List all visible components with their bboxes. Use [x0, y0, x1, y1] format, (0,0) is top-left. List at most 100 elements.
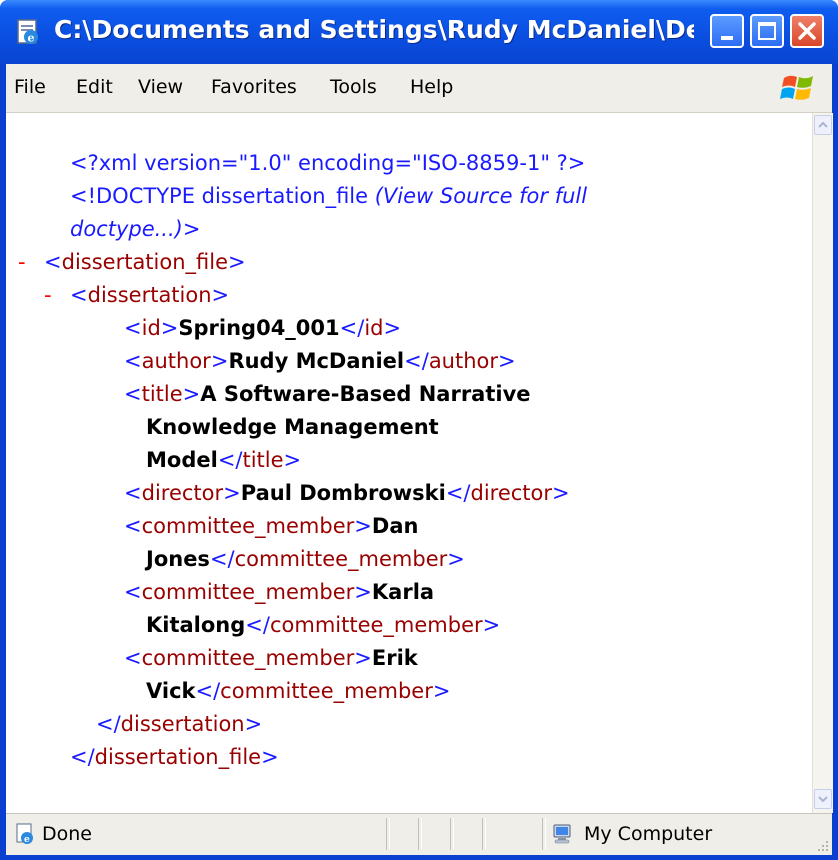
- windows-logo-icon: [780, 75, 813, 100]
- status-bar: e Done My Computer: [6, 813, 832, 855]
- title-value: A Software-Based Narrative: [200, 382, 531, 406]
- tag-bracket: >: [210, 349, 229, 373]
- collapse-root-toggle[interactable]: -: [18, 246, 26, 279]
- menu-bar: File Edit View Favorites Tools Help: [6, 64, 832, 113]
- tag-name: author: [428, 349, 499, 373]
- collapse-dissertation-toggle[interactable]: -: [44, 279, 52, 312]
- minimize-icon: [721, 36, 733, 40]
- title-element: <title>A Software-Based Narrative: [124, 378, 531, 411]
- menu-view[interactable]: View: [138, 76, 183, 98]
- tag-name: director: [470, 481, 553, 505]
- tag-name: id: [141, 316, 161, 340]
- browser-window: e C:\Documents and Settings\Rudy McDanie…: [0, 0, 838, 860]
- title-bar[interactable]: e C:\Documents and Settings\Rudy McDanie…: [0, 0, 838, 64]
- title-element-cont: Knowledge Management: [146, 411, 439, 444]
- tag-name: dissertation_file: [94, 745, 262, 769]
- tag-bracket: >: [552, 481, 570, 505]
- resize-grip-icon[interactable]: [816, 839, 830, 853]
- tag-bracket: >: [228, 250, 246, 274]
- director-element: <director>Paul Dombrowski</director>: [124, 477, 570, 510]
- tag-name: committee_member: [141, 580, 355, 604]
- title-value: Model: [146, 448, 218, 472]
- vertical-scrollbar[interactable]: [812, 113, 833, 813]
- tag-name: title: [141, 382, 183, 406]
- doctype-note: (View Source for full: [374, 184, 588, 208]
- svg-text:e: e: [24, 835, 30, 845]
- tag-bracket: >: [354, 646, 372, 670]
- xml-declaration: <?xml version="1.0" encoding="ISO-8859-1…: [70, 147, 585, 180]
- committee-member-value: Kitalong: [146, 613, 246, 637]
- dissertation-close-tag: </dissertation>: [96, 708, 262, 741]
- author-element: <author>Rudy McDaniel</author>: [124, 345, 516, 378]
- xml-pi-text: <?xml version="1.0" encoding="ISO-8859-1…: [70, 151, 586, 175]
- my-computer-icon: [553, 824, 571, 844]
- tag-bracket: >: [261, 745, 279, 769]
- committee-member-element-end: Vick</committee_member>: [146, 675, 450, 708]
- tag-bracket: <: [124, 646, 142, 670]
- ie-page-icon: e: [16, 823, 33, 845]
- tag-name: committee_member: [269, 613, 483, 637]
- doctype-line-2: doctype...)>: [70, 213, 200, 246]
- tag-bracket: >: [283, 448, 302, 472]
- doctype-note-cont: doctype...): [70, 217, 183, 241]
- committee-member-element: <committee_member>Erik: [124, 642, 418, 675]
- tag-bracket: </: [96, 712, 121, 736]
- menu-favorites[interactable]: Favorites: [211, 76, 297, 98]
- tag-bracket: </: [404, 349, 429, 373]
- tag-name: title: [242, 448, 284, 472]
- tag-bracket: <: [70, 283, 88, 307]
- status-divider: [418, 818, 422, 850]
- committee-member-element-end: Jones</committee_member>: [146, 543, 465, 576]
- menu-tools[interactable]: Tools: [330, 76, 377, 98]
- title-element-end: Model</title>: [146, 444, 301, 477]
- dissertation-open-tag: <dissertation>: [70, 279, 229, 312]
- status-divider: [542, 818, 546, 850]
- security-zone-text: My Computer: [584, 823, 713, 845]
- tag-bracket: >: [182, 382, 201, 406]
- root-close-tag: </dissertation_file>: [70, 741, 279, 774]
- author-value: Rudy McDaniel: [228, 349, 405, 373]
- scroll-down-button[interactable]: [814, 789, 832, 809]
- tag-bracket: </: [217, 448, 243, 472]
- tag-bracket: >: [244, 712, 263, 736]
- tag-bracket: </: [195, 679, 221, 703]
- tag-bracket: <: [124, 580, 142, 604]
- tag-name: committee_member: [141, 514, 355, 538]
- chevron-down-icon: [818, 796, 828, 803]
- committee-member-element: <committee_member>Dan: [124, 510, 418, 543]
- xml-tree: <?xml version="1.0" encoding="ISO-8859-1…: [6, 113, 806, 813]
- doctype-text: <!DOCTYPE dissertation_file: [70, 184, 375, 208]
- tag-name: author: [141, 349, 211, 373]
- tag-bracket: >: [482, 613, 501, 637]
- menu-file[interactable]: File: [14, 76, 46, 98]
- doctype-close: >: [182, 217, 201, 241]
- committee-member-value: Erik: [371, 646, 418, 670]
- title-value: Knowledge Management: [146, 415, 439, 439]
- status-text: Done: [42, 823, 92, 845]
- committee-member-value: Vick: [146, 679, 196, 703]
- tag-bracket: </: [70, 745, 95, 769]
- tag-bracket: </: [339, 316, 365, 340]
- tag-name: dissertation_file: [61, 250, 229, 274]
- tag-name: director: [141, 481, 224, 505]
- minimize-button[interactable]: [710, 14, 744, 48]
- ie-document-icon: e: [17, 19, 38, 45]
- maximize-button[interactable]: [750, 14, 784, 48]
- tag-bracket: >: [498, 349, 516, 373]
- committee-member-value: Karla: [371, 580, 435, 604]
- scroll-up-button[interactable]: [814, 115, 832, 135]
- xml-document-view: <?xml version="1.0" encoding="ISO-8859-1…: [6, 113, 833, 813]
- close-icon: [798, 22, 816, 40]
- tag-bracket: <: [44, 250, 62, 274]
- committee-member-element: <committee_member>Karla: [124, 576, 434, 609]
- chevron-up-icon: [818, 121, 828, 128]
- close-button[interactable]: [790, 14, 824, 48]
- maximize-icon: [758, 22, 776, 40]
- menu-edit[interactable]: Edit: [76, 76, 113, 98]
- tag-name: committee_member: [220, 679, 433, 703]
- root-open-tag: <dissertation_file>: [44, 246, 246, 279]
- committee-member-value: Jones: [146, 547, 210, 571]
- status-divider: [482, 818, 486, 850]
- status-divider: [450, 818, 454, 850]
- menu-help[interactable]: Help: [410, 76, 453, 98]
